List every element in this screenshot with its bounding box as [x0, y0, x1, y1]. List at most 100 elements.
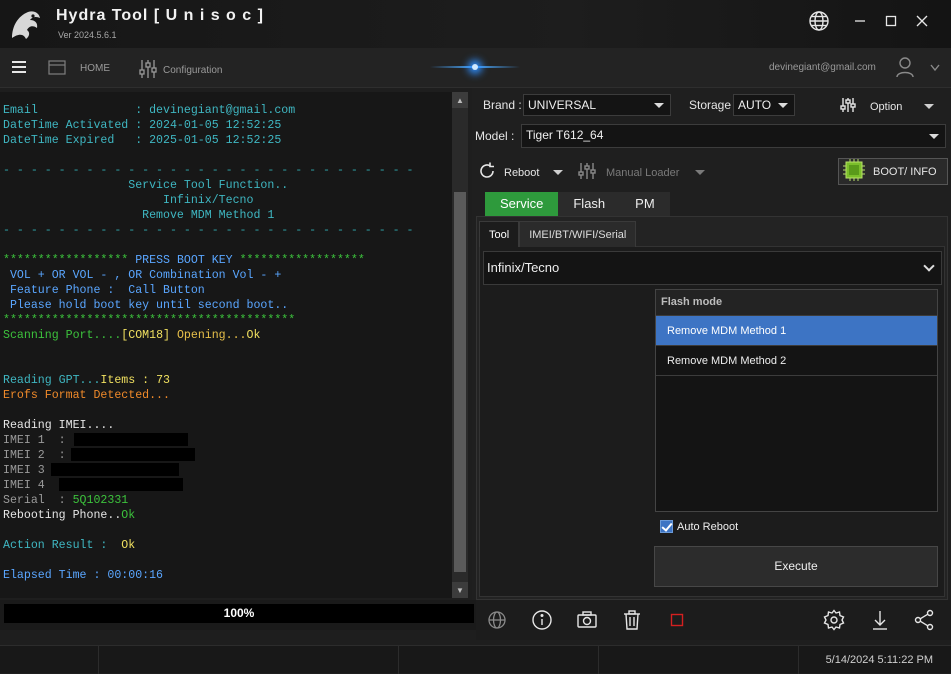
manual-loader-sliders-icon	[578, 162, 596, 183]
status-datetime: 5/14/2024 5:11:22 PM	[825, 654, 933, 666]
status-cell-divider	[798, 646, 799, 674]
storage-select[interactable]: AUTO	[733, 94, 795, 116]
gear-icon[interactable]	[823, 609, 845, 631]
redacted-value	[73, 433, 188, 447]
stop-icon[interactable]	[666, 609, 688, 631]
console-line: ****************** PRESS BOOT KEY ******…	[3, 253, 448, 268]
console-segment: 5Q102331	[72, 494, 129, 507]
console-line: ****************************************…	[3, 313, 448, 328]
console-line: Elapsed Time : 00:00:16	[3, 568, 448, 583]
console-line: VOL + OR VOL - , OR Combination Vol - +	[3, 268, 448, 283]
console-segment: Feature Phone : Call Button	[3, 284, 205, 297]
user-menu-chevron-icon[interactable]	[930, 64, 940, 72]
boot-info-label: BOOT/ INFO	[873, 165, 937, 178]
console-line: Service Tool Function..	[3, 178, 448, 193]
manual-loader-label: Manual Loader	[606, 166, 680, 179]
console-segment: Opening...	[169, 329, 247, 342]
scroll-down-arrow-icon[interactable]: ▼	[452, 582, 468, 598]
console-lines: Email : devinegiant@gmail.com DateTime Ac…	[3, 103, 448, 583]
storage-value: AUTO	[738, 98, 772, 112]
home-icon	[48, 58, 66, 79]
download-icon[interactable]	[869, 609, 891, 631]
maximize-button[interactable]	[877, 8, 905, 34]
info-icon[interactable]	[531, 609, 553, 631]
auto-reboot-checkbox[interactable]: Auto Reboot	[660, 520, 738, 533]
checkbox-checked-icon[interactable]	[660, 520, 673, 533]
method-item-remove-mdm-2[interactable]: Remove MDM Method 2	[656, 346, 937, 376]
console-line: Reading GPT...Items : 73	[3, 373, 448, 388]
console-line: - - - - - - - - - - - - - - - - - - - - …	[3, 223, 448, 238]
console-scrollbar[interactable]: ▲ ▼	[452, 92, 468, 598]
console-segment: DateTime Expired : 2025-01-05 12:52:25	[3, 134, 282, 147]
console-line: Remove MDM Method 1	[3, 208, 448, 223]
scroll-up-arrow-icon[interactable]: ▲	[452, 92, 468, 108]
brand-select[interactable]: UNIVERSAL	[523, 94, 671, 116]
hamburger-menu-icon[interactable]	[11, 60, 27, 74]
tab-imei-bt-wifi-serial[interactable]: IMEI/BT/WIFI/Serial	[519, 221, 637, 247]
console-segment: Elapsed Time : 00:00:16	[3, 569, 164, 582]
option-button[interactable]: Option	[840, 97, 935, 116]
app-version: Ver 2024.5.6.1	[58, 30, 117, 40]
nav-configuration[interactable]: Configuration	[137, 58, 222, 83]
share-icon[interactable]	[913, 609, 935, 631]
brand-dropdown-arrow-icon	[654, 103, 664, 108]
brand-value: UNIVERSAL	[528, 98, 597, 112]
status-cell-divider	[598, 646, 599, 674]
progress-area: 100%	[0, 600, 476, 630]
camera-icon[interactable]	[576, 609, 598, 631]
nav-bar: HOME Configuration devinegiant@gmail.com	[0, 48, 951, 88]
console-segment: - - - - - - - - - - - - - - - - - - - - …	[3, 224, 414, 237]
console-segment: IMEI 1 :	[3, 434, 66, 447]
vendor-value: Infinix/Tecno	[487, 260, 560, 275]
console-segment: DateTime Activated : 2024-01-05 12:52:25	[3, 119, 282, 132]
globe-icon[interactable]	[805, 7, 833, 35]
redacted-value	[70, 448, 195, 462]
tab-pm[interactable]: PM	[620, 192, 670, 216]
manual-loader-button[interactable]: Manual Loader	[578, 162, 706, 183]
console-segment: Items : 73	[100, 374, 170, 387]
console-segment: - - - - - - - - - - - - - - - - - - - - …	[3, 164, 414, 177]
tab-service[interactable]: Service	[485, 192, 559, 216]
console-segment: Scanning Port....	[3, 329, 122, 342]
auto-reboot-label: Auto Reboot	[677, 520, 739, 533]
vendor-select[interactable]: Infinix/Tecno	[483, 251, 942, 285]
scroll-thumb[interactable]	[454, 192, 466, 572]
user-email: devinegiant@gmail.com	[769, 62, 876, 73]
console-segment: Ok	[121, 539, 136, 552]
tab-tool[interactable]: Tool	[479, 221, 520, 247]
close-button[interactable]	[908, 8, 936, 34]
reboot-button[interactable]: Reboot	[478, 162, 564, 183]
minimize-button[interactable]	[846, 8, 874, 34]
console-line: Feature Phone : Call Button	[3, 283, 448, 298]
title-bar: Hydra Tool [ U n i s o c ] Ver 2024.5.6.…	[0, 0, 951, 48]
console-line: Infinix/Tecno	[3, 193, 448, 208]
console-line: Please hold boot key until second boot..	[3, 298, 448, 313]
console-segment: Ok	[121, 509, 136, 522]
execute-button[interactable]: Execute	[654, 546, 938, 587]
model-value: Tiger T612_64	[526, 128, 604, 142]
globe-icon[interactable]	[486, 609, 508, 631]
tab-flash[interactable]: Flash	[558, 192, 621, 216]
console-segment: IMEI 4	[3, 479, 45, 492]
nav-home[interactable]: HOME	[48, 58, 110, 79]
boot-info-button[interactable]: BOOT/ INFO	[838, 158, 948, 185]
model-select[interactable]: Tiger T612_64	[521, 124, 946, 148]
status-cell-divider	[98, 646, 99, 674]
user-avatar-icon[interactable]	[895, 56, 915, 78]
console-segment: Erofs Format Detected...	[3, 389, 170, 402]
reboot-label: Reboot	[504, 166, 540, 179]
console-line: IMEI 2 :	[3, 448, 448, 463]
option-sliders-icon	[840, 97, 856, 116]
console-segment: Please hold boot key until second boot..	[3, 299, 289, 312]
trash-icon[interactable]	[621, 609, 643, 631]
console-segment: Rebooting Phone..	[3, 509, 122, 522]
console-line: Action Result : Ok	[3, 538, 448, 553]
method-item-remove-mdm-1[interactable]: Remove MDM Method 1	[656, 316, 937, 346]
progress-label: 100%	[223, 606, 255, 620]
chip-icon	[843, 159, 865, 184]
